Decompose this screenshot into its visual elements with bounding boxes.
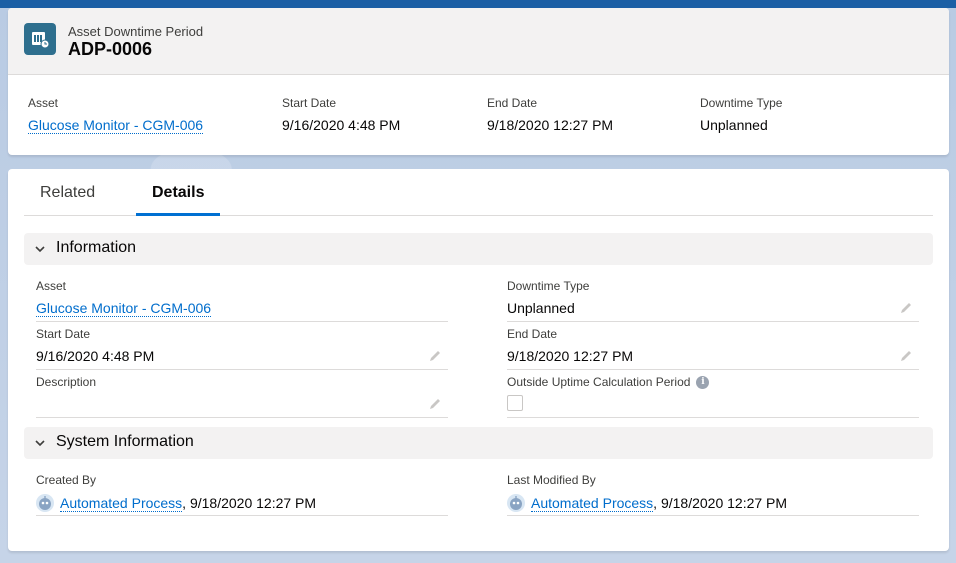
section-title: Information: [56, 239, 137, 256]
last-modified-user-link[interactable]: Automated Process: [531, 495, 654, 512]
field-label: Last Modified By: [507, 473, 596, 487]
field-created-by: Created By Automated Process , 9/18/2020…: [36, 473, 448, 516]
field-value-row: Automated Process , 9/18/2020 12:27 PM: [507, 494, 919, 512]
chevron-down-icon: [35, 246, 45, 253]
avatar: [507, 494, 525, 512]
edit-pencil-icon[interactable]: [899, 301, 913, 315]
field-value: Unplanned: [507, 300, 575, 316]
robot-icon: [39, 496, 51, 510]
field-label: Description: [36, 375, 97, 389]
field-description: Description: [36, 375, 448, 418]
edit-pencil-icon[interactable]: [428, 349, 442, 363]
record-header-top: Asset Downtime Period ADP-0006: [8, 8, 949, 75]
highlight-start-date: Start Date 9/16/2020 4:48 PM: [282, 96, 400, 133]
field-downtime-type: Downtime Type Unplanned: [507, 279, 919, 322]
chevron-down-icon: [35, 440, 45, 447]
field-value: 9/16/2020 4:48 PM: [36, 348, 155, 364]
asset-downtime-icon: [24, 23, 56, 55]
field-label: Downtime Type: [507, 279, 590, 293]
highlight-value: 9/18/2020 12:27 PM: [487, 117, 614, 133]
avatar: [36, 494, 54, 512]
field-label: End Date: [507, 327, 558, 341]
edit-pencil-icon[interactable]: [899, 349, 913, 363]
info-icon[interactable]: i: [696, 375, 710, 389]
robot-icon: [510, 496, 522, 510]
field-end-date: End Date 9/18/2020 12:27 PM: [507, 327, 919, 370]
field-last-modified-by: Last Modified By Automated Process , 9/1…: [507, 473, 919, 516]
highlight-label: Asset: [28, 96, 59, 110]
last-modified-date: , 9/18/2020 12:27 PM: [653, 495, 788, 511]
record-detail-card: Related Details Information Asset Glucos…: [8, 169, 949, 551]
record-title: ADP-0006: [68, 39, 153, 59]
field-outside-uptime: Outside Uptime Calculation Period i: [507, 375, 919, 418]
created-by-user-link[interactable]: Automated Process: [60, 495, 183, 512]
outside-uptime-checkbox[interactable]: [507, 395, 523, 411]
highlight-asset-link[interactable]: Glucose Monitor - CGM-006: [28, 117, 204, 134]
field-value: 9/18/2020 12:27 PM: [507, 348, 634, 364]
asset-link[interactable]: Glucose Monitor - CGM-006: [36, 300, 212, 317]
tab-related[interactable]: Related: [24, 169, 111, 216]
field-value-row: Automated Process , 9/18/2020 12:27 PM: [36, 494, 448, 512]
field-start-date: Start Date 9/16/2020 4:48 PM: [36, 327, 448, 370]
field-label: Outside Uptime Calculation Period: [507, 375, 691, 389]
highlight-downtime-type: Downtime Type Unplanned: [700, 96, 782, 133]
field-label: Created By: [36, 473, 97, 487]
record-header: Asset Downtime Period ADP-0006 Asset Glu…: [8, 8, 949, 155]
field-label: Asset: [36, 279, 67, 293]
field-asset: Asset Glucose Monitor - CGM-006: [36, 279, 448, 322]
object-label: Asset Downtime Period: [68, 24, 204, 39]
highlight-end-date: End Date 9/18/2020 12:27 PM: [487, 96, 613, 133]
created-date: , 9/18/2020 12:27 PM: [182, 495, 317, 511]
tab-details[interactable]: Details: [136, 169, 221, 216]
highlight-value: 9/16/2020 4:48 PM: [282, 117, 401, 133]
tab-bar: Related Details: [24, 169, 933, 216]
highlight-asset: Asset Glucose Monitor - CGM-006: [28, 96, 204, 134]
highlight-label: Start Date: [282, 96, 337, 110]
section-information-header[interactable]: Information: [24, 233, 933, 265]
section-title: System Information: [56, 433, 194, 450]
field-label-row: Outside Uptime Calculation Period i: [507, 375, 919, 389]
highlight-label: Downtime Type: [700, 96, 783, 110]
field-label: Start Date: [36, 327, 91, 341]
edit-pencil-icon[interactable]: [428, 397, 442, 411]
section-system-information-header[interactable]: System Information: [24, 427, 933, 459]
highlight-value: Unplanned: [700, 117, 768, 133]
highlight-label: End Date: [487, 96, 538, 110]
